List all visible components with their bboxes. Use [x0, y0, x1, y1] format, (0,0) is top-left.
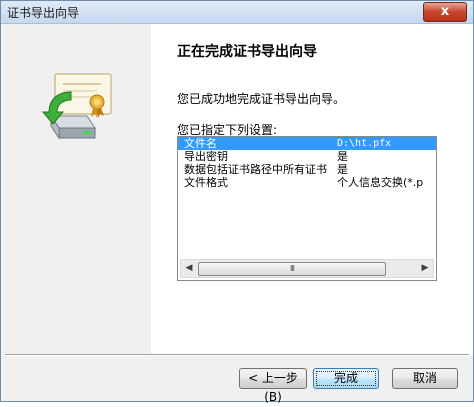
setting-name: 数据包括证书路径中所有证书 [184, 163, 327, 176]
scrollbar-thumb[interactable]: III [198, 262, 386, 276]
focus-rect [316, 371, 376, 386]
setting-name: 文件名 [184, 137, 217, 150]
setting-name: 导出密钥 [184, 150, 228, 163]
setting-value: 个人信息交换(*.p [337, 176, 424, 189]
wizard-side-panel [1, 24, 151, 354]
cancel-button[interactable]: 取消 [392, 368, 458, 389]
wizard-window: 证书导出向导 x 正在完成证书导出向导 您已成功地完成证书导出向导。 您已指定下… [0, 0, 474, 404]
window-title: 证书导出向导 [7, 6, 80, 20]
scroll-left-icon[interactable]: ◀ [181, 260, 197, 277]
button-bar: < 上一步(B) 完成 取消 [1, 356, 473, 404]
setting-value: 是 [337, 150, 348, 163]
wizard-content: 正在完成证书导出向导 您已成功地完成证书导出向导。 您已指定下列设置: 文件名 … [1, 24, 473, 404]
list-item-file-name[interactable]: 文件名 D:\ht.pfx [178, 137, 436, 150]
title-bar[interactable]: 证书导出向导 x [1, 1, 473, 24]
setting-value: D:\ht.pfx [337, 138, 392, 149]
settings-list[interactable]: 文件名 D:\ht.pfx 导出密钥 是 数据包括证书路径中所有证书 是 文件格… [177, 136, 437, 281]
setting-name: 文件格式 [184, 176, 228, 189]
setting-value: 是 [337, 163, 348, 176]
close-button[interactable]: x [423, 2, 467, 22]
horizontal-scrollbar[interactable]: ◀ III ▶ [180, 259, 434, 278]
back-button[interactable]: < 上一步(B) [239, 368, 307, 404]
list-item-export-key[interactable]: 导出密钥 是 [178, 150, 436, 163]
scroll-right-icon[interactable]: ▶ [417, 260, 433, 277]
certificate-export-wizard-icon [41, 73, 112, 140]
list-item-file-format[interactable]: 文件格式 个人信息交换(*.p [178, 176, 436, 189]
finish-button[interactable]: 完成 [313, 368, 379, 389]
list-item-include-cert-path[interactable]: 数据包括证书路径中所有证书 是 [178, 163, 436, 176]
page-title: 正在完成证书导出向导 [177, 44, 317, 60]
close-icon: x [440, 4, 450, 19]
completion-message: 您已成功地完成证书导出向导。 [177, 92, 346, 106]
grip-icon: III [289, 264, 295, 273]
